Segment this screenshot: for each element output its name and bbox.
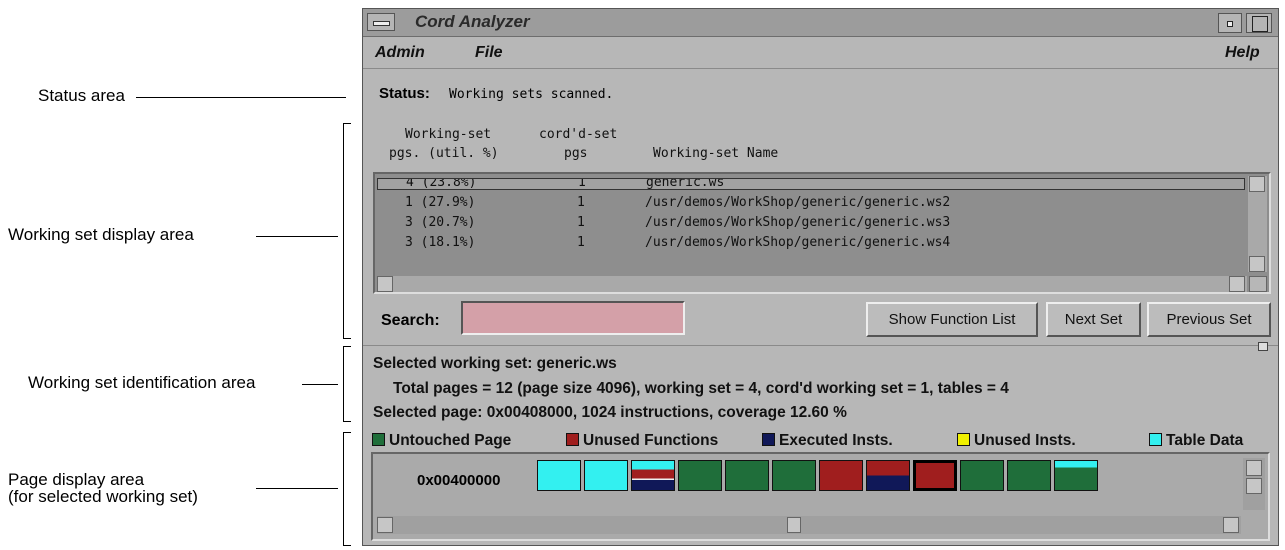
menu-admin[interactable]: Admin xyxy=(375,44,425,62)
row-cord-pages: 1 xyxy=(577,235,585,250)
legend-label: Unused Functions xyxy=(583,432,719,449)
legend-table-data: Table Data xyxy=(1149,432,1243,450)
row-cord-pages: 1 xyxy=(577,215,585,230)
legend-untouched-page: Untouched Page xyxy=(372,432,511,450)
menu-file[interactable]: File xyxy=(475,44,503,62)
legend-label: Table Data xyxy=(1166,432,1244,449)
callout-line-working-set-display xyxy=(256,236,338,237)
menu-help[interactable]: Help xyxy=(1225,44,1260,62)
working-set-horizontal-scrollbar[interactable] xyxy=(377,276,1247,292)
previous-set-button[interactable]: Previous Set xyxy=(1147,302,1271,337)
row-name: /usr/demos/WorkShop/generic/generic.ws4 xyxy=(645,235,951,250)
working-set-vertical-scrollbar[interactable] xyxy=(1248,176,1267,272)
page-vertical-scrollbar[interactable] xyxy=(1243,458,1265,510)
page-cell[interactable] xyxy=(819,460,863,491)
legend-unused-insts: Unused Insts. xyxy=(957,432,1076,450)
bracket-working-set-display xyxy=(343,123,351,339)
search-label: Search: xyxy=(381,312,440,329)
next-set-button[interactable]: Next Set xyxy=(1046,302,1141,337)
row-name: /usr/demos/WorkShop/generic/generic.ws2 xyxy=(645,195,951,210)
legend-swatch xyxy=(372,433,385,446)
callout-working-set-identification-area: Working set identification area xyxy=(28,373,256,392)
column-header-cord-line2: pgs xyxy=(564,146,588,161)
scroll-left-arrow-icon[interactable] xyxy=(377,276,393,292)
page-cell[interactable] xyxy=(866,460,910,491)
row-pages: 3 (20.7%) xyxy=(405,215,476,230)
bracket-working-set-identification xyxy=(343,346,351,422)
row-cord-pages: 1 xyxy=(577,195,585,210)
page-cell[interactable] xyxy=(631,460,675,491)
row-name: /usr/demos/WorkShop/generic/generic.ws3 xyxy=(645,215,951,230)
search-input[interactable] xyxy=(461,301,685,335)
page-horizontal-scrollbar[interactable] xyxy=(377,516,1241,534)
legend-unused-functions: Unused Functions xyxy=(566,432,718,450)
window-title: Cord Analyzer xyxy=(415,12,530,31)
scrollbar-corner xyxy=(1249,276,1267,292)
legend-swatch xyxy=(566,433,579,446)
legend-swatch xyxy=(1149,433,1162,446)
legend-swatch xyxy=(957,433,970,446)
scroll-down-arrow-icon[interactable] xyxy=(1249,256,1265,272)
row-name: generic.ws xyxy=(646,178,725,190)
page-display: 0x00400000 xyxy=(371,452,1270,541)
menu-bar: Admin File Help xyxy=(363,38,1278,69)
page-cell[interactable] xyxy=(537,460,581,491)
working-set-row[interactable]: 3 (18.1%) 1 /usr/demos/WorkShop/generic/… xyxy=(377,234,1245,253)
minimize-icon[interactable] xyxy=(1218,13,1242,33)
working-set-row[interactable]: 3 (20.7%) 1 /usr/demos/WorkShop/generic/… xyxy=(377,214,1245,233)
legend-label: Unused Insts. xyxy=(974,432,1076,449)
row-cord-pages: 1 xyxy=(578,178,586,190)
maximize-icon[interactable] xyxy=(1246,13,1272,33)
status-text: Working sets scanned. xyxy=(449,87,614,102)
status-label: Status: xyxy=(379,85,430,102)
page-address: 0x00400000 xyxy=(417,472,501,489)
pane-sash-handle[interactable] xyxy=(1258,342,1268,351)
bracket-page-display xyxy=(343,432,351,546)
window-menu-icon[interactable] xyxy=(367,13,395,31)
title-bar[interactable]: Cord Analyzer xyxy=(363,9,1278,37)
column-header-cord-line1: cord'd-set xyxy=(539,127,618,142)
working-set-list[interactable]: 4 (23.8%) 1 generic.ws 1 (27.9%) 1 /usr/… xyxy=(373,172,1271,294)
callout-working-set-display-area: Working set display area xyxy=(8,225,194,244)
page-cell[interactable] xyxy=(1007,460,1051,491)
legend-executed-insts: Executed Insts. xyxy=(762,432,893,450)
callout-line-working-set-identification xyxy=(302,384,338,385)
row-pages: 3 (18.1%) xyxy=(405,235,476,250)
row-pages: 1 (27.9%) xyxy=(405,195,476,210)
page-cell[interactable] xyxy=(960,460,1004,491)
working-set-rows: 4 (23.8%) 1 generic.ws 1 (27.9%) 1 /usr/… xyxy=(377,176,1247,274)
page-cell[interactable] xyxy=(772,460,816,491)
scroll-left-arrow-icon[interactable] xyxy=(377,517,393,533)
column-header-name: Working-set Name xyxy=(653,146,779,161)
callout-status-area: Status area xyxy=(38,86,125,105)
legend-label: Untouched Page xyxy=(389,432,512,449)
page-cell[interactable] xyxy=(913,460,957,491)
working-set-row[interactable]: 1 (27.9%) 1 /usr/demos/WorkShop/generic/… xyxy=(377,194,1245,213)
legend-label: Executed Insts. xyxy=(779,432,893,449)
callout-line-status xyxy=(136,97,346,98)
callout-line-page-display xyxy=(256,488,338,489)
scroll-right-arrow-icon[interactable] xyxy=(1223,517,1239,533)
selected-working-set: Selected working set: generic.ws xyxy=(373,355,617,372)
callout-page-display-subtitle: (for selected working set) xyxy=(8,487,198,506)
selected-page-info: Selected page: 0x00408000, 1024 instruct… xyxy=(373,404,847,421)
working-set-totals: Total pages = 12 (page size 4096), worki… xyxy=(393,380,1009,397)
legend-swatch xyxy=(762,433,775,446)
scroll-up-arrow-icon[interactable] xyxy=(1246,460,1262,476)
page-cell[interactable] xyxy=(725,460,769,491)
scroll-up-arrow-icon[interactable] xyxy=(1249,176,1265,192)
pane-separator xyxy=(363,345,1278,346)
scroll-down-arrow-icon[interactable] xyxy=(1246,478,1262,494)
column-header-working-set-line1: Working-set xyxy=(405,127,492,142)
cord-analyzer-window: Cord Analyzer Admin File Help Status: Wo… xyxy=(362,8,1279,546)
row-pages: 4 (23.8%) xyxy=(406,178,477,190)
column-header-working-set-line2: pgs. (util. %) xyxy=(389,146,499,161)
scroll-right-arrow-icon[interactable] xyxy=(1229,276,1245,292)
show-function-list-button[interactable]: Show Function List xyxy=(866,302,1038,337)
page-cell[interactable] xyxy=(678,460,722,491)
page-cell[interactable] xyxy=(584,460,628,491)
page-cell[interactable] xyxy=(1054,460,1098,491)
scroll-thumb-grip-icon[interactable] xyxy=(787,517,801,533)
working-set-row[interactable]: 4 (23.8%) 1 generic.ws xyxy=(377,178,1245,190)
